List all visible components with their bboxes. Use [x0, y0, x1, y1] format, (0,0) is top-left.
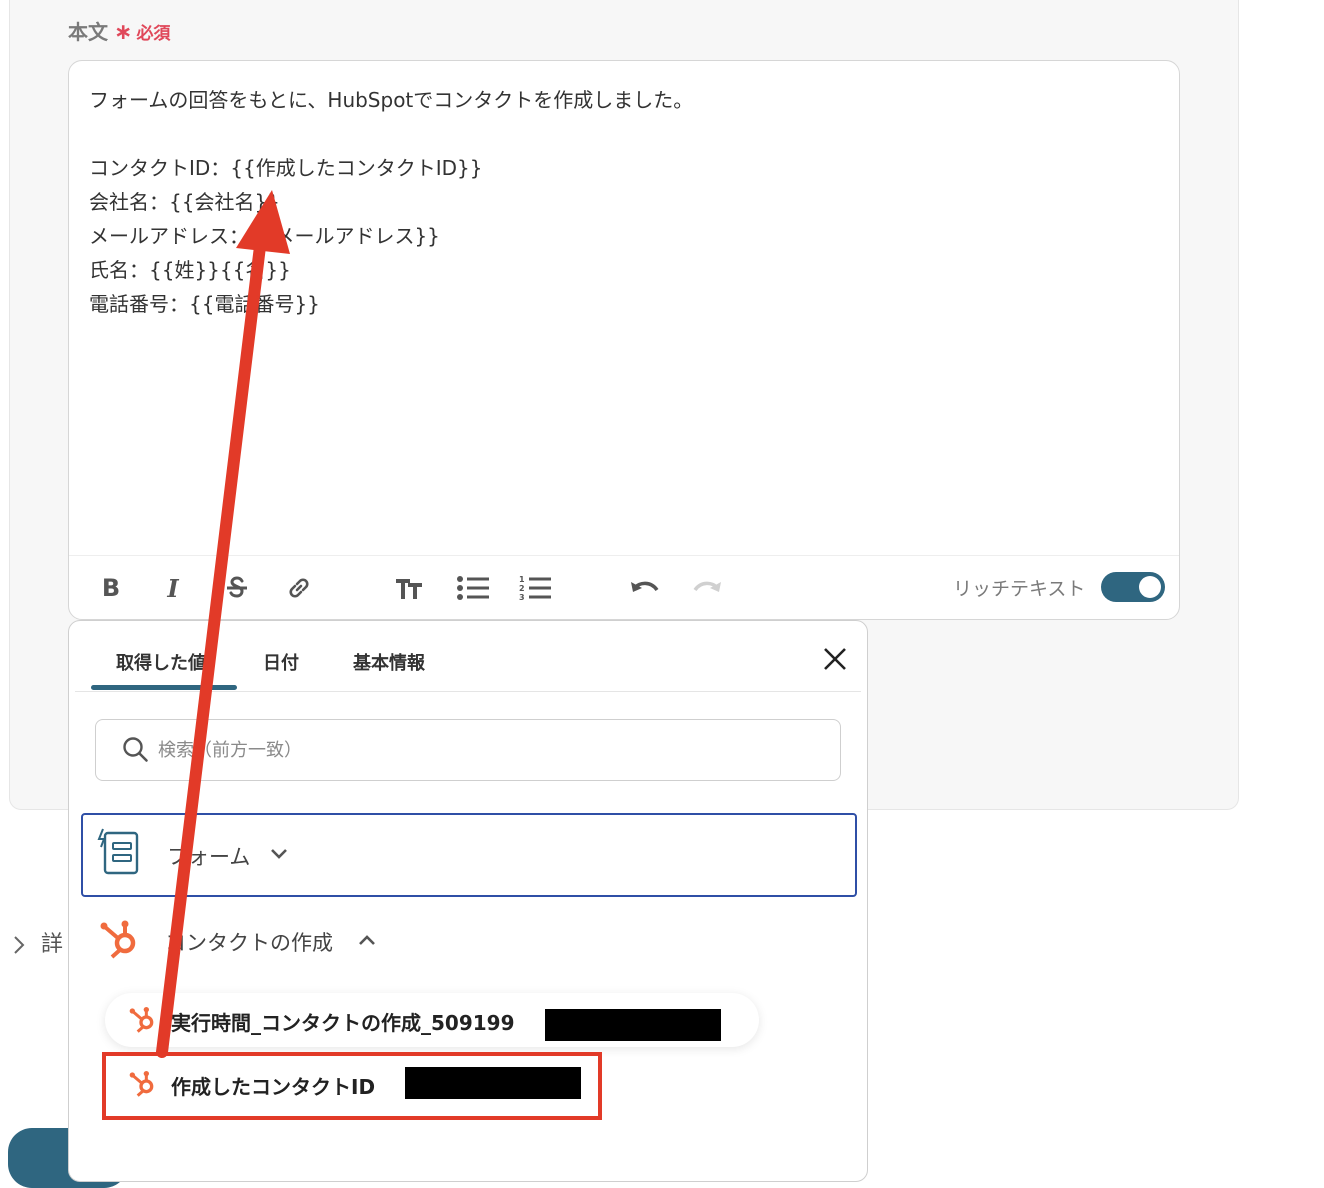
link-icon: [289, 578, 309, 598]
search-input[interactable]: [156, 732, 820, 768]
svg-text:2: 2: [519, 584, 525, 593]
editor-content[interactable]: フォームの回答をもとに、HubSpotでコンタクトを作成しました。 コンタクトI…: [89, 83, 1149, 321]
field-label-text: 本文: [68, 20, 108, 44]
hubspot-icon: [100, 920, 136, 959]
required-mark: ∗: [114, 20, 133, 45]
strikethrough-button[interactable]: [217, 568, 257, 608]
tab-acquired-values[interactable]: 取得した値: [116, 649, 206, 675]
required-text: 必須: [136, 24, 171, 44]
link-button[interactable]: [279, 568, 319, 608]
active-tab-indicator: [91, 685, 237, 690]
bold-icon: B: [101, 574, 121, 602]
body-editor[interactable]: フォームの回答をもとに、HubSpotでコンタクトを作成しました。 コンタクトI…: [68, 60, 1180, 620]
undo-icon: [631, 581, 659, 592]
field-label: 本文 ∗ 必須: [68, 16, 170, 45]
close-button[interactable]: [819, 643, 851, 675]
redo-button[interactable]: [687, 568, 727, 608]
redo-icon: [693, 581, 721, 592]
text-size-icon: [396, 579, 422, 599]
chevron-right-icon: [12, 932, 33, 957]
list-item-label: 実行時間_コンタクトの作成_509199: [171, 1011, 515, 1035]
details-label: 詳: [41, 932, 64, 957]
rich-text-label: リッチテキスト: [953, 578, 1086, 600]
hubspot-icon: [129, 1007, 154, 1033]
editor-toolbar: B I 123 リッチテキスト: [69, 555, 1179, 620]
redaction-box: [545, 1009, 721, 1041]
strikethrough-icon: [227, 576, 247, 598]
italic-button[interactable]: I: [153, 568, 193, 608]
list-item[interactable]: 実行時間_コンタクトの作成_509199: [105, 993, 759, 1047]
bullet-list-icon: [457, 576, 489, 600]
numbered-list-icon: 123: [519, 575, 551, 602]
close-icon: [824, 648, 846, 670]
rich-text-toggle[interactable]: [1101, 572, 1165, 602]
chevron-down-icon: [271, 849, 287, 859]
chevron-up-icon: [359, 935, 375, 945]
picker-tabs: 取得した値 日付 基本情報: [75, 621, 861, 692]
group-form-label: フォーム: [167, 845, 251, 869]
tab-basic-info[interactable]: 基本情報: [353, 649, 425, 675]
group-contact-label: コンタクトの作成: [165, 931, 333, 955]
group-form[interactable]: フォーム: [81, 813, 857, 897]
form-icon: [97, 828, 139, 875]
highlight-box: [102, 1052, 602, 1120]
undo-button[interactable]: [625, 568, 665, 608]
italic-icon: I: [167, 573, 179, 603]
text-size-button[interactable]: [389, 568, 429, 608]
group-contact-creation[interactable]: コンタクトの作成: [81, 911, 853, 971]
search-box: [95, 719, 841, 781]
tab-date[interactable]: 日付: [263, 649, 299, 675]
bold-button[interactable]: B: [91, 568, 131, 608]
svg-text:1: 1: [519, 575, 525, 584]
bullet-list-button[interactable]: [453, 568, 493, 608]
svg-text:3: 3: [519, 593, 525, 602]
search-icon: [123, 737, 148, 762]
numbered-list-button[interactable]: 123: [515, 568, 555, 608]
details-expander[interactable]: 詳: [12, 926, 63, 958]
